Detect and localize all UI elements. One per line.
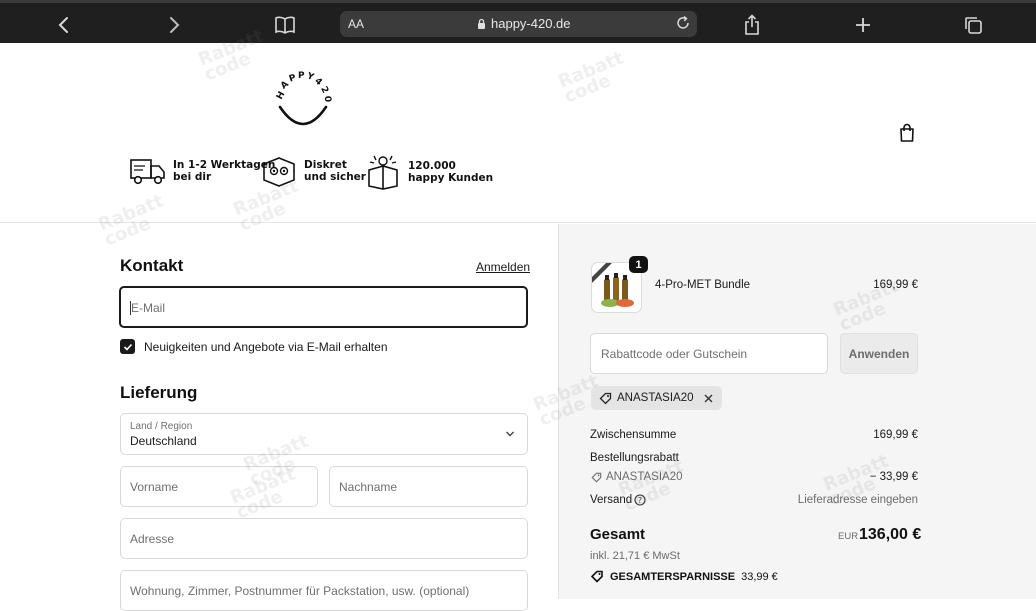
svg-text:H: H [275, 90, 287, 101]
svg-text:4: 4 [312, 76, 323, 88]
login-link[interactable]: Anmelden [476, 260, 530, 274]
trust-badge-discreet: Diskret und sicher [260, 154, 366, 188]
svg-text:P: P [288, 73, 298, 85]
discreet-package-icon [263, 157, 295, 187]
subtotal-label: Zwischensumme [590, 429, 677, 441]
address-bar[interactable]: AA happy-420.de [340, 11, 697, 37]
plus-icon [856, 18, 870, 32]
apply-discount-button[interactable]: Anwenden [840, 333, 918, 374]
browser-toolbar: AA happy-420.de [0, 0, 1036, 43]
first-name-placeholder: Vorname [130, 480, 179, 494]
contact-heading: Kontakt [120, 256, 184, 275]
happy-customers-box-icon [368, 155, 398, 190]
order-discount-value: − 33,99 € [869, 471, 918, 483]
address-field[interactable]: Adresse [120, 518, 528, 559]
delivery-truck-icon [130, 159, 165, 185]
new-tab-button[interactable] [848, 12, 878, 38]
bookmarks-button[interactable] [270, 12, 300, 38]
share-icon [745, 14, 759, 35]
tag-icon [590, 570, 603, 583]
newsletter-label: Neuigkeiten und Angebote via E-Mail erha… [144, 340, 388, 354]
apartment-field[interactable]: Wohnung, Zimmer, Postnummer für Packstat… [120, 570, 528, 611]
address-placeholder: Adresse [130, 532, 175, 546]
country-value: Deutschland [130, 434, 197, 448]
tag-icon [599, 392, 612, 404]
share-button[interactable] [737, 12, 767, 38]
trust-badge-customers: 120.000 happy Kunden [364, 154, 493, 190]
trust-customers-text: 120.000 happy Kunden [408, 159, 494, 185]
country-label: Land / Region [130, 421, 193, 432]
order-summary: 1 4-Pro-MET Bundle 169,99 € Rabattcode o… [558, 224, 1036, 599]
country-select[interactable]: Land / Region Deutschland [120, 413, 528, 455]
reload-icon[interactable] [674, 14, 692, 32]
total-label: Gesamt [590, 526, 646, 543]
chevron-down-icon [506, 431, 514, 437]
trust-discreet-text: Diskret und sicher [304, 158, 366, 184]
savings-value: 33,99 € [741, 570, 778, 583]
book-icon [275, 16, 295, 34]
close-icon[interactable] [703, 393, 714, 404]
svg-text:0: 0 [322, 96, 333, 103]
email-placeholder: E-Mail [131, 301, 166, 315]
apartment-placeholder: Wohnung, Zimmer, Postnummer für Packstat… [130, 584, 470, 598]
tabs-overview-button[interactable] [958, 12, 988, 38]
svg-text:P: P [298, 71, 305, 81]
happy420-logo[interactable]: H A P P Y 4 2 0 [272, 71, 334, 133]
product-price: 169,99 € [873, 279, 918, 291]
back-button[interactable] [49, 12, 79, 38]
last-name-placeholder: Nachname [339, 480, 398, 494]
chevron-right-icon [170, 17, 180, 33]
trust-badge-delivery: In 1-2 Werktagen bei dir [129, 154, 275, 188]
tabs-icon [965, 17, 982, 34]
forward-button[interactable] [159, 12, 189, 38]
first-name-field[interactable]: Vorname [120, 466, 318, 507]
last-name-field[interactable]: Nachname [329, 466, 528, 507]
tax-note: inkl. 21,71 € MwSt [590, 550, 680, 562]
applied-discount-chip: ANASTASIA20 [591, 386, 722, 410]
checkout-form: Kontakt Anmelden E-Mail Neuigkeiten und … [0, 224, 558, 611]
chevron-left-icon [58, 17, 68, 33]
help-icon[interactable]: ? [634, 494, 646, 506]
shipping-label: Versand [590, 494, 633, 506]
newsletter-checkbox[interactable] [120, 339, 135, 354]
svg-text:2: 2 [318, 85, 330, 95]
shopping-bag-icon[interactable] [898, 123, 916, 143]
url-text: happy-420.de [491, 16, 571, 31]
email-field[interactable]: E-Mail [119, 286, 528, 328]
subtotal-value: 169,99 € [873, 429, 918, 441]
order-discount-label: Bestellungsrabatt [590, 452, 679, 464]
order-discount-code: ANASTASIA20 [606, 471, 683, 483]
product-name: 4-Pro-MET Bundle [655, 279, 751, 291]
svg-text:?: ? [638, 496, 642, 505]
text-size-button[interactable]: AA [348, 17, 364, 31]
lock-icon [478, 18, 485, 29]
discount-code-field[interactable]: Rabattcode oder Gutschein [590, 333, 828, 374]
quantity-badge: 1 [629, 256, 648, 273]
discount-placeholder: Rabattcode oder Gutschein [601, 347, 748, 361]
shipping-value: Lieferadresse eingeben [797, 494, 918, 506]
delivery-heading: Lieferung [120, 383, 198, 402]
tag-icon [591, 472, 602, 483]
total-value: 136,00 € [859, 526, 922, 543]
applied-code-text: ANASTASIA20 [617, 392, 694, 404]
total-savings: GESAMTERSPARNISSE 33,99 € [590, 570, 778, 583]
checkmark-icon [123, 343, 132, 351]
total-currency: EUR [838, 531, 859, 542]
savings-label: GESAMTERSPARNISSE [610, 570, 736, 583]
store-header: H A P P Y 4 2 0 In 1-2 Werktagen bei dir… [0, 43, 1036, 223]
